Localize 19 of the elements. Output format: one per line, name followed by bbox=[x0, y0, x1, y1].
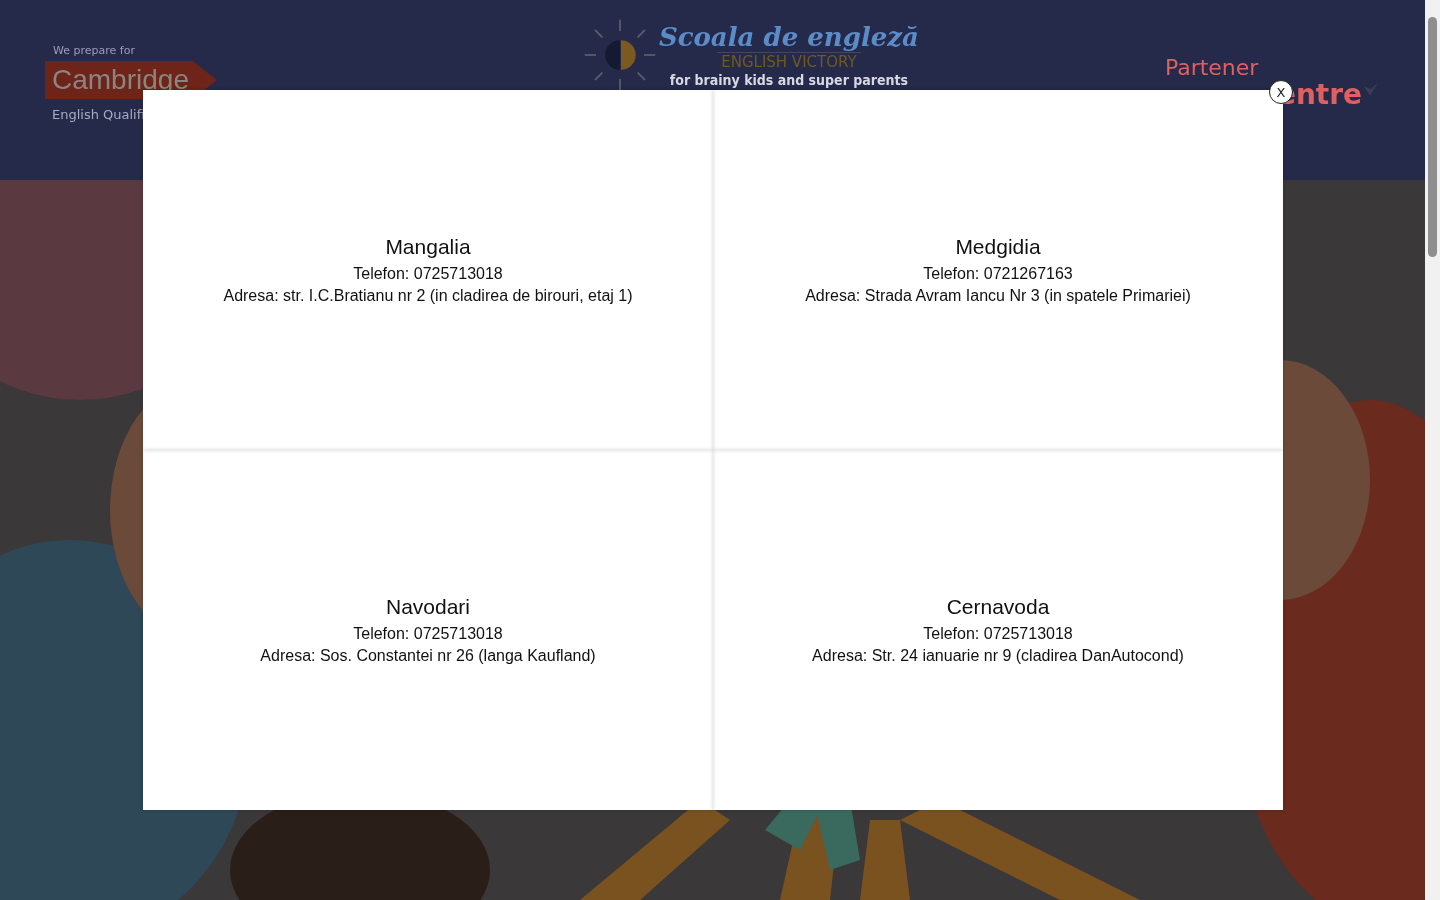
tagline: We prepare for bbox=[52, 44, 135, 57]
phone-text: Telefon: 0725713018 bbox=[353, 625, 503, 643]
address-text: Adresa: Sos. Constantei nr 26 (langa Kaufland) bbox=[260, 647, 596, 665]
city-name: Navodari bbox=[385, 595, 470, 619]
brain-icon bbox=[582, 18, 657, 92]
city-name: Medgidia bbox=[955, 235, 1041, 259]
city-name: Cernavoda bbox=[946, 595, 1050, 619]
scrollbar[interactable] bbox=[1425, 0, 1440, 900]
logo-slogan: for brainy kids and super parents bbox=[669, 70, 908, 89]
address-text: Adresa: str. I.C.Bratianu nr 2 (in cladirea de birouri, etaj 1) bbox=[223, 287, 633, 305]
phone-text: Telefon: 0721267163 bbox=[923, 265, 1073, 283]
city-name: Mangalia bbox=[385, 235, 471, 259]
phone-text: Telefon: 0725713018 bbox=[923, 625, 1073, 643]
logo-title: Scoala de engleză bbox=[658, 21, 919, 52]
partner-label: Partener bbox=[1164, 56, 1260, 80]
logo-name: ENGLISH VICTORY bbox=[717, 51, 861, 71]
address-text: Adresa: Str. 24 ianuarie nr 9 (cladirea DanAutocond) bbox=[812, 647, 1184, 665]
address-text: Adresa: Strada Avram Iancu Nr 3 (in spatele Primariei) bbox=[805, 287, 1191, 305]
phone-text: Telefon: 0725713018 bbox=[353, 265, 503, 283]
